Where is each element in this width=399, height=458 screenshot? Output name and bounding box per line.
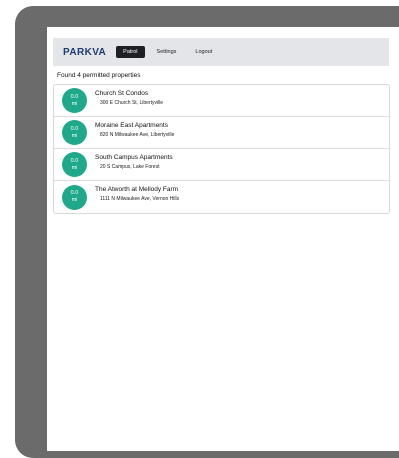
distance-badge: 0.0 mi (62, 152, 87, 177)
property-name: The Atworth at Mellody Farm (95, 186, 179, 193)
tablet-frame: PARKVA Patrol Settings Logout Found 4 pe… (15, 6, 399, 458)
distance-value: 0.0 (70, 157, 79, 164)
property-address: 20 S Campus, Lake Forest (100, 163, 160, 170)
brand-logo[interactable]: PARKVA (63, 47, 106, 58)
property-info: Moraine East Apartments 820 N Milwaukee … (95, 122, 174, 138)
distance-unit: mi (71, 197, 78, 203)
distance-unit: mi (71, 164, 78, 171)
property-list: 0.0 mi Church St Condos 300 E Church St,… (53, 84, 390, 214)
property-item[interactable]: 0.0 mi South Campus Apartments 20 S Camp… (54, 149, 389, 181)
property-info: South Campus Apartments 20 S Campus, Lak… (95, 154, 173, 170)
distance-value: 0.0 (70, 190, 79, 196)
property-address: 1111 N Milwaukee Ave, Vernon Hills (100, 196, 180, 202)
property-name: South Campus Apartments (95, 153, 173, 161)
distance-badge: 0.0 mi (62, 184, 87, 210)
property-name: Moraine East Apartments (95, 121, 168, 129)
app-screen: PARKVA Patrol Settings Logout Found 4 pe… (47, 27, 399, 451)
nav-settings[interactable]: Settings (150, 46, 184, 58)
property-address: 300 E Church St, Libertyville (100, 99, 164, 106)
property-address: 820 N Milwaukee Ave, Libertyville (100, 131, 175, 138)
results-summary: Found 4 permitted properties (57, 72, 141, 79)
distance-badge: 0.0 mi (62, 88, 87, 113)
property-item[interactable]: 0.0 mi Church St Condos 300 E Church St,… (54, 85, 389, 117)
property-item[interactable]: 0.0 mi The Atworth at Mellody Farm 1111 … (54, 181, 389, 213)
nav-patrol[interactable]: Patrol (116, 46, 145, 58)
property-info: Church St Condos 300 E Church St, Libert… (95, 90, 163, 106)
property-info: The Atworth at Mellody Farm 1111 N Milwa… (95, 186, 179, 202)
distance-value: 0.0 (70, 93, 79, 100)
property-item[interactable]: 0.0 mi Moraine East Apartments 820 N Mil… (54, 117, 389, 149)
distance-badge: 0.0 mi (62, 120, 87, 145)
distance-value: 0.0 (70, 125, 79, 132)
nav-logout[interactable]: Logout (188, 46, 219, 58)
navbar: PARKVA Patrol Settings Logout (53, 38, 389, 66)
property-name: Church St Condos (95, 89, 149, 97)
distance-unit: mi (71, 132, 78, 139)
distance-unit: mi (71, 100, 78, 107)
